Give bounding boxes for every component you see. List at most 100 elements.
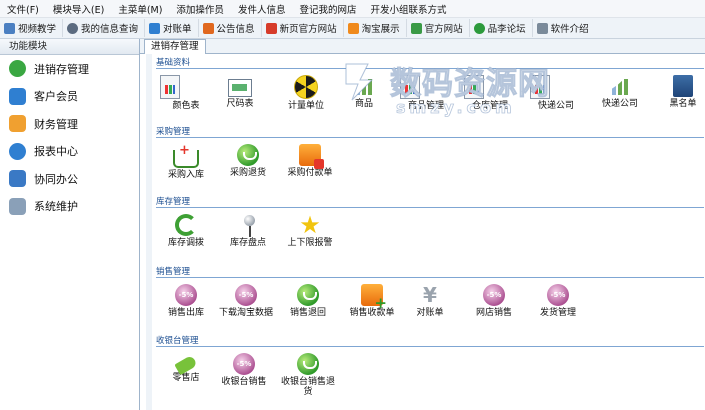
tab-strip: 进销存管理	[140, 39, 705, 54]
tile-label: 库存调拨	[167, 238, 204, 248]
toolbar-announcement[interactable]: 公告信息	[199, 19, 262, 37]
tile-label: 发货管理	[539, 308, 576, 318]
toolbar-label: 公告信息	[216, 24, 255, 35]
forum-icon	[473, 22, 485, 34]
tile-purchase-payment[interactable]: 采购付款单	[280, 144, 340, 178]
info-icon	[536, 22, 548, 34]
size-table-icon	[228, 79, 252, 97]
tile-label: 尺码表	[226, 99, 254, 109]
sidebar-item-members[interactable]: 客户会员	[0, 83, 139, 111]
home-icon	[410, 22, 422, 34]
tile-label: 销售退回	[289, 308, 326, 318]
download-icon: -5%	[235, 284, 257, 306]
tile-label: 上下限报警	[287, 238, 333, 248]
sidebar-item-inventory[interactable]: 进销存管理	[0, 55, 139, 83]
toolbar-label: 品李论坛	[487, 24, 526, 35]
tile-size-table[interactable]: 尺码表	[210, 75, 270, 109]
toolbar-official-site[interactable]: 官方网站	[407, 19, 470, 37]
sale-out-icon: -5%	[175, 284, 197, 306]
menu-bar: 文件(F) 模块导入(E) 主菜单(M) 添加操作员 发件人信息 登记我的网店 …	[0, 0, 705, 18]
tile-sale-return[interactable]: 销售退回	[278, 284, 338, 318]
user-icon	[67, 22, 79, 34]
tile-label: 库存盘点	[229, 238, 266, 248]
tile-sale-out[interactable]: -5% 销售出库	[156, 284, 216, 318]
tile-alarm[interactable]: ★ 上下限报警	[280, 211, 340, 248]
tile-label: 采购入库	[167, 170, 204, 180]
section-title: 库存管理	[156, 196, 704, 208]
tile-stock-transfer[interactable]: 库存调拨	[156, 214, 216, 248]
watermark-text: 数码资源网	[390, 66, 550, 103]
sidebar-item-finance[interactable]: 财务管理	[0, 110, 139, 138]
section-title: 收银台管理	[156, 335, 704, 347]
watermark-logo-icon	[345, 63, 374, 101]
tile-color-table[interactable]: 颜色表	[156, 75, 216, 111]
sidebar-item-label: 进销存管理	[34, 62, 89, 76]
transfer-icon	[175, 214, 197, 236]
section-sales: 销售管理 -5% 销售出库 -5% 下载淘宝数据 销售退回 销售收款单 ¥ 对账…	[156, 266, 704, 326]
menu-sender-info[interactable]: 发件人信息	[231, 2, 293, 16]
tile-retail[interactable]: 零售店	[156, 353, 216, 383]
sidebar-item-reports[interactable]: 报表中心	[0, 138, 139, 166]
unit-icon	[294, 75, 318, 99]
watermark: 数码资源网 smzy.com	[338, 56, 588, 136]
section-title: 销售管理	[156, 266, 704, 278]
blacklist-icon	[673, 75, 693, 97]
toolbar-video-tutorial[interactable]: 视频教学	[0, 19, 64, 37]
sidebar-item-label: 系统维护	[34, 200, 78, 214]
tile-courier[interactable]: 快递公司	[590, 75, 650, 109]
cashier-sale-icon: -5%	[233, 353, 255, 375]
tile-cashier-return[interactable]: 收银台销售退货	[278, 353, 338, 397]
sidebar-item-label: 财务管理	[34, 117, 78, 131]
tile-label: 收银台销售	[221, 377, 267, 387]
tile-statement[interactable]: ¥ 对账单	[400, 284, 460, 318]
yen-icon: ¥	[423, 283, 437, 307]
alarm-star-icon: ★	[299, 211, 321, 239]
tile-stocktake[interactable]: 库存盘点	[218, 214, 278, 248]
menu-module-import[interactable]: 模块导入(E)	[46, 2, 111, 16]
tile-purchase-return[interactable]: 采购退货	[218, 144, 278, 178]
sidebar-item-system[interactable]: 系统维护	[0, 193, 139, 221]
cart-icon	[347, 22, 359, 34]
tile-download-taobao[interactable]: -5% 下载淘宝数据	[216, 284, 276, 318]
menu-file[interactable]: 文件(F)	[0, 2, 46, 16]
tile-label: 对账单	[416, 308, 444, 318]
sidebar-item-label: 客户会员	[34, 90, 78, 104]
menu-register-shop[interactable]: 登记我的网店	[292, 2, 363, 16]
tile-blacklist[interactable]: 黑名单	[653, 75, 705, 109]
sidebar-item-office[interactable]: 协同办公	[0, 165, 139, 193]
lock-icon	[9, 197, 26, 215]
sale-return-icon	[297, 284, 319, 306]
report-icon	[9, 142, 26, 160]
tab-inventory-management[interactable]: 进销存管理	[144, 39, 206, 54]
check-icon	[9, 60, 26, 78]
toolbar-official-site-new[interactable]: 新页官方网站	[262, 19, 344, 37]
toolbar-my-info[interactable]: 我的信息查询	[63, 19, 146, 37]
tile-cashier-sale[interactable]: -5% 收银台销售	[214, 353, 274, 387]
tile-label: 快递公司	[601, 99, 638, 109]
menu-dev-contact[interactable]: 开发小组联系方式	[363, 2, 453, 16]
tile-label: 计量单位	[287, 101, 324, 111]
toolbar-statement[interactable]: 对账单	[145, 19, 199, 37]
toolbar-software-intro[interactable]: 软件介绍	[533, 19, 595, 37]
menu-add-operator[interactable]: 添加操作员	[169, 2, 231, 16]
tile-label: 颜色表	[172, 101, 200, 111]
tile-shop-sale[interactable]: -5% 网店销售	[464, 284, 524, 318]
sidebar: 功能模块 进销存管理 客户会员 财务管理 报表中心 协同办公 系统维护	[0, 39, 140, 410]
tile-unit[interactable]: 计量单位	[276, 75, 336, 111]
tile-sale-receipt[interactable]: 销售收款单	[342, 284, 402, 318]
section-stock: 库存管理 库存调拨 库存盘点 ★ 上下限报警	[156, 196, 704, 256]
toolbar-label: 我的信息查询	[81, 24, 139, 35]
toolbar-forum[interactable]: 品李论坛	[470, 19, 533, 37]
tile-label: 销售出库	[167, 308, 204, 318]
toolbar-label: 官方网站	[424, 24, 463, 35]
toolbar-label: 视频教学	[18, 24, 57, 35]
toolbar-label: 淘宝展示	[361, 24, 400, 35]
shipping-icon: -5%	[547, 284, 569, 306]
sidebar-item-label: 报表中心	[34, 145, 78, 159]
payment-icon	[299, 144, 324, 169]
tile-purchase-in[interactable]: 采购入库	[156, 143, 216, 180]
tile-shipping[interactable]: -5% 发货管理	[528, 284, 588, 318]
toolbar-taobao-show[interactable]: 淘宝展示	[344, 19, 407, 37]
menu-main[interactable]: 主菜单(M)	[111, 2, 169, 16]
receipt-icon	[361, 284, 387, 312]
